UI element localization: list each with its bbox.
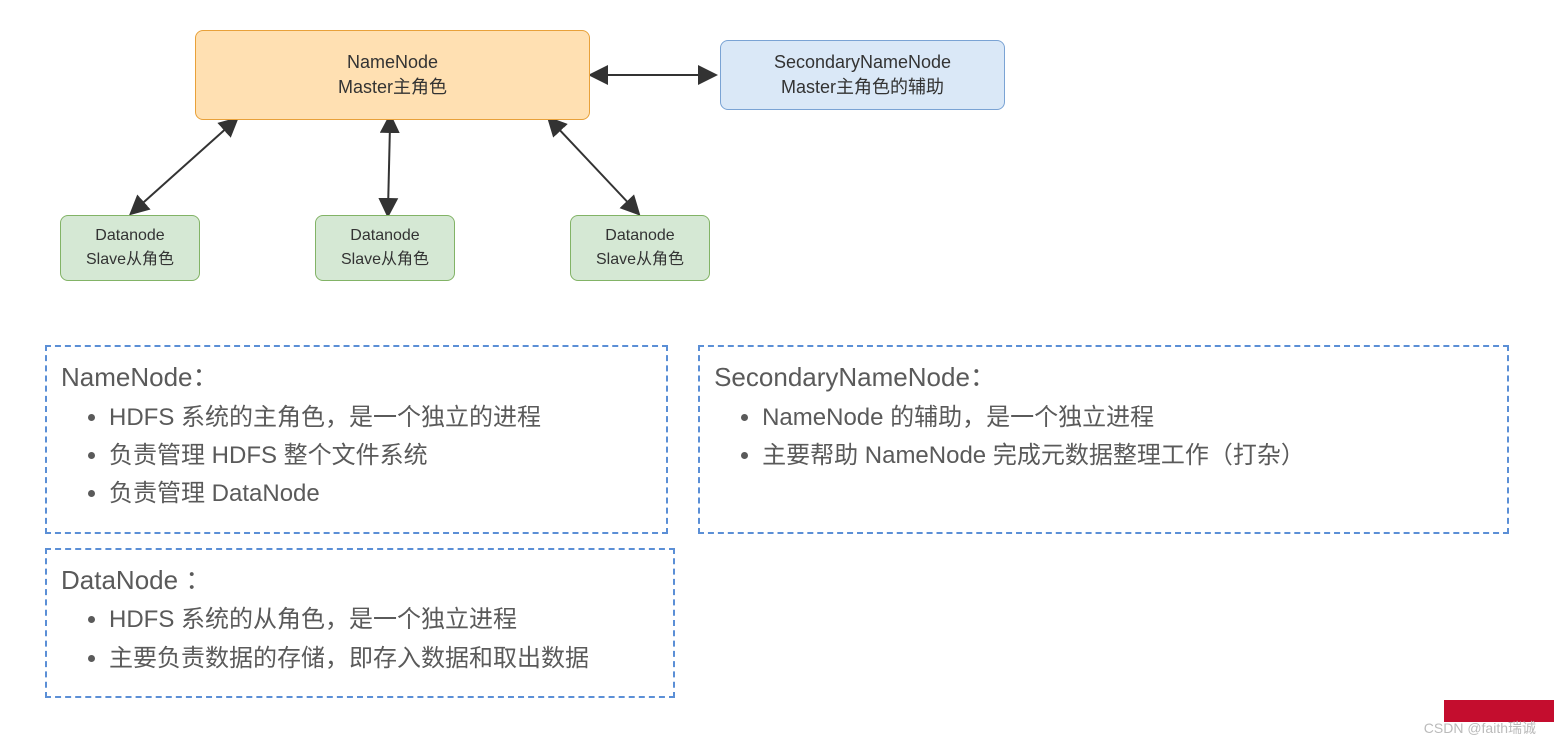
datanode-box-3: Datanode Slave从角色 [570, 215, 710, 281]
datanode-title: Datanode [605, 227, 674, 245]
datanode-description: DataNode ： HDFS 系统的从角色，是一个独立进程 主要负责数据的存储… [45, 548, 675, 698]
snn-title: SecondaryNameNode [774, 52, 951, 73]
list-item: HDFS 系统的主角色，是一个独立的进程 [109, 399, 652, 437]
namenode-box: NameNode Master主角色 [195, 30, 590, 120]
datanode-subtitle: Slave从角色 [86, 245, 174, 269]
datanode-desc-title: DataNode ： [61, 560, 659, 602]
secondary-namenode-box: SecondaryNameNode Master主角色的辅助 [720, 40, 1005, 110]
namenode-title: NameNode [347, 52, 438, 73]
datanode-subtitle: Slave从角色 [596, 245, 684, 269]
namenode-description: NameNode： HDFS 系统的主角色，是一个独立的进程 负责管理 HDFS… [45, 345, 668, 534]
snn-description: SecondaryNameNode： NameNode 的辅助，是一个独立进程 … [698, 345, 1509, 534]
list-item: 负责管理 HDFS 整个文件系统 [109, 437, 652, 475]
list-item: 主要负责数据的存储，即存入数据和取出数据 [109, 640, 659, 678]
namenode-subtitle: Master主角色 [338, 73, 447, 99]
datanode-box-1: Datanode Slave从角色 [60, 215, 200, 281]
description-row-1: NameNode： HDFS 系统的主角色，是一个独立的进程 负责管理 HDFS… [0, 320, 1554, 544]
snn-desc-title: SecondaryNameNode： [714, 357, 1493, 399]
list-item: 负责管理 DataNode [109, 475, 652, 513]
datanode-subtitle: Slave从角色 [341, 245, 429, 269]
list-item: NameNode 的辅助，是一个独立进程 [762, 399, 1493, 437]
description-row-2: DataNode ： HDFS 系统的从角色，是一个独立进程 主要负责数据的存储… [0, 544, 1554, 708]
namenode-desc-title: NameNode： [61, 357, 652, 399]
snn-subtitle: Master主角色的辅助 [781, 73, 944, 99]
datanode-title: Datanode [95, 227, 164, 245]
architecture-diagram: NameNode Master主角色 SecondaryNameNode Mas… [0, 0, 1554, 320]
list-item: HDFS 系统的从角色，是一个独立进程 [109, 601, 659, 639]
datanode-box-2: Datanode Slave从角色 [315, 215, 455, 281]
watermark-text: CSDN @faith瑞诚 [1424, 718, 1536, 738]
list-item: 主要帮助 NameNode 完成元数据整理工作（打杂） [762, 437, 1493, 475]
datanode-title: Datanode [350, 227, 419, 245]
